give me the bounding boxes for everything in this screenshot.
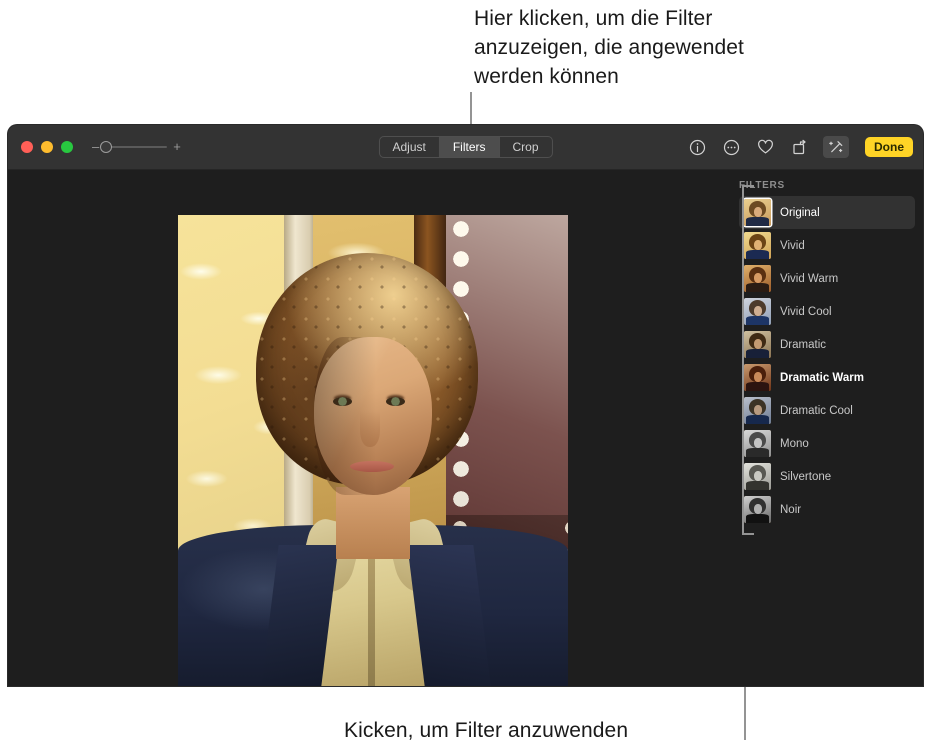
rotate-icon[interactable] (789, 137, 809, 157)
photo-hoodie-zipper (368, 545, 375, 686)
top-callout-text: Hier klicken, um die Filter anzuzeigen, … (474, 7, 744, 88)
bottom-callout-leader-line (744, 686, 746, 740)
photo-canvas[interactable] (8, 170, 741, 686)
photo-eye-right (386, 397, 405, 406)
filter-label: Dramatic (780, 338, 827, 351)
zoom-slider-knob[interactable] (100, 141, 113, 153)
filter-label: Noir (780, 503, 802, 516)
tab-crop[interactable]: Crop (500, 137, 552, 157)
traffic-light-controls[interactable] (21, 141, 73, 153)
zoom-out-label[interactable]: – (92, 140, 99, 153)
close-window-button[interactable] (21, 141, 33, 153)
filters-sidebar: FILTERS Original Vivid Vivid Warm Vivid Coo… (725, 170, 923, 686)
filter-row[interactable]: Mono (739, 427, 915, 460)
photo-nose (360, 411, 380, 447)
window-body: FILTERS Original Vivid Vivid Warm Vivid Coo… (8, 170, 923, 686)
filter-label: Vivid Warm (780, 272, 839, 285)
toolbar-icon-group: Done (687, 136, 913, 158)
tab-adjust[interactable]: Adjust (379, 137, 440, 157)
photos-editor-window: – + Adjust Filters Crop Done FILTERS Ori… (8, 125, 923, 686)
filter-label: Silvertone (780, 470, 832, 483)
filter-label: Mono (780, 437, 809, 450)
filter-row[interactable]: Silvertone (739, 460, 915, 493)
filter-row[interactable]: Vivid Warm (739, 262, 915, 295)
more-options-icon[interactable] (721, 137, 741, 157)
filter-label: Vivid (780, 239, 805, 252)
filter-row[interactable]: Noir (739, 493, 915, 526)
filter-label: Dramatic Cool (780, 404, 853, 417)
sidebar-callout-bracket (742, 185, 754, 535)
filter-row[interactable]: Vivid (739, 229, 915, 262)
top-callout-leader-line (470, 92, 472, 125)
filters-list[interactable]: Original Vivid Vivid Warm Vivid Cool Dramati… (739, 196, 915, 526)
bottom-callout-text: Kicken, um Filter anzuwenden (344, 719, 629, 742)
filter-row[interactable]: Original (739, 196, 915, 229)
edit-mode-segmented-control[interactable]: Adjust Filters Crop (378, 136, 553, 158)
favorite-heart-icon[interactable] (755, 137, 775, 157)
photo-mouth (350, 461, 394, 472)
photo-neck (336, 487, 410, 559)
filter-row[interactable]: Dramatic (739, 328, 915, 361)
filter-label: Vivid Cool (780, 305, 832, 318)
minimize-window-button[interactable] (41, 141, 53, 153)
auto-enhance-icon[interactable] (823, 136, 849, 158)
filters-panel-title: FILTERS (739, 180, 785, 191)
info-icon[interactable] (687, 137, 707, 157)
filter-label: Dramatic Warm (780, 371, 864, 384)
tab-filters[interactable]: Filters (439, 137, 500, 157)
filter-row[interactable]: Dramatic Cool (739, 394, 915, 427)
edited-photo-image[interactable] (178, 215, 568, 686)
photo-eye-left (333, 397, 352, 406)
zoom-slider[interactable]: – + (92, 140, 181, 153)
filter-row[interactable]: Dramatic Warm (739, 361, 915, 394)
zoom-window-button[interactable] (61, 141, 73, 153)
done-button[interactable]: Done (865, 137, 913, 157)
filter-row[interactable]: Vivid Cool (739, 295, 915, 328)
zoom-slider-track[interactable] (100, 141, 168, 153)
zoom-in-label[interactable]: + (173, 140, 181, 153)
filter-label: Original (780, 206, 820, 219)
window-toolbar: – + Adjust Filters Crop Done (8, 125, 923, 170)
